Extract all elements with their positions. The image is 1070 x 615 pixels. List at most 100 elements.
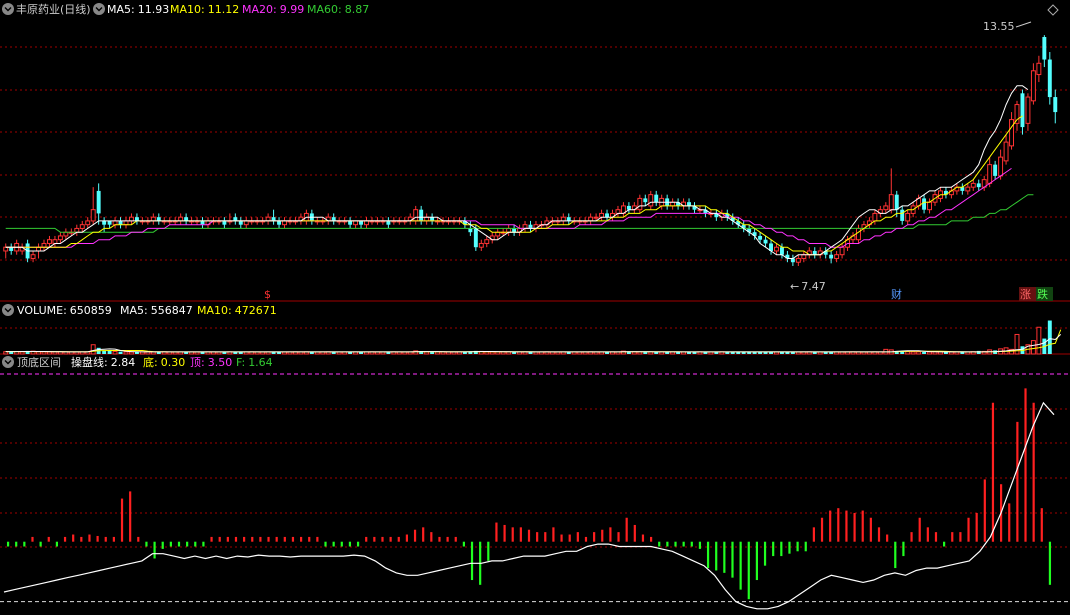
candle-body-up — [243, 220, 249, 226]
candle-body-down — [359, 220, 364, 225]
candle-body-up — [872, 212, 878, 222]
osc-histogram — [6, 388, 1052, 600]
ma5-line — [5, 85, 1029, 259]
osc-panel[interactable] — [3, 388, 1055, 610]
candle-body-down — [1053, 97, 1058, 113]
candle-body-down — [134, 217, 139, 221]
candle-body-up — [1014, 104, 1020, 124]
volume-bar-up — [90, 344, 96, 355]
candle-body-up — [3, 246, 9, 252]
candle-body-up — [57, 235, 63, 241]
candle-body-up — [30, 254, 36, 259]
candle-body-down — [605, 213, 609, 218]
volume-bar-up — [36, 351, 41, 355]
osc-line-label: 操盘线: 2.84 — [71, 355, 135, 369]
diamond-icon[interactable] — [1047, 4, 1059, 16]
candle-body-down — [654, 194, 659, 203]
candle-body-down — [960, 187, 965, 191]
ma5-label: MA5: 11.93 — [107, 3, 169, 16]
vol-ma10-line — [5, 329, 1062, 353]
vol-ma5-line — [5, 334, 1062, 353]
volume-bar-up — [495, 351, 501, 355]
candle-body-up — [178, 216, 184, 222]
candle-body-up — [112, 220, 118, 226]
collapse-icon[interactable] — [2, 3, 14, 15]
volume-bar-up — [112, 350, 118, 355]
candle-body-up — [128, 216, 134, 222]
volume-bar-down — [107, 350, 112, 354]
ma10-label: MA10: 11.12 — [170, 3, 239, 16]
candle-body-up — [987, 164, 993, 184]
candle-body-up — [1009, 119, 1015, 147]
volume-panel[interactable] — [3, 320, 1062, 355]
candle-body-down — [348, 220, 353, 225]
candle-body-up — [998, 156, 1004, 177]
candle-body-down — [1047, 59, 1052, 98]
candle-body-up — [927, 201, 933, 211]
candle-body-up — [834, 254, 840, 259]
candle-body-down — [9, 247, 14, 251]
volume-bar-up — [1030, 340, 1036, 355]
low-price-label: ← 7.47 — [790, 280, 826, 293]
candle-body-down — [626, 205, 631, 210]
candle-body-down — [812, 250, 817, 255]
ma60-label: MA60: 8.87 — [307, 3, 369, 16]
candle-body-up — [615, 209, 621, 214]
price-panel[interactable] — [3, 35, 1058, 266]
osc-title: 顶底区间 — [17, 355, 61, 369]
zhang-marker: 涨 — [1020, 288, 1031, 301]
vol-ma10-label: MA10: 472671 — [197, 304, 277, 317]
candle-body-down — [386, 220, 391, 225]
candle-body-down — [687, 202, 691, 206]
candle-body-down — [829, 254, 834, 259]
candle-body-up — [1030, 70, 1036, 102]
candle-body-down — [200, 220, 205, 225]
high-price-pointer — [1015, 21, 1032, 28]
candle-body-up — [839, 246, 845, 256]
price-header: 丰原药业(日线) MA5: 11.93 MA10: 11.12 MA20: 9.99 … — [2, 2, 1059, 16]
candle-body-down — [222, 220, 227, 225]
volume-bar-up — [435, 351, 441, 355]
osc-line — [3, 401, 1055, 610]
volume-bar-down — [922, 351, 927, 354]
price-annotations: 13.55 ← 7.47 $ 财 涨 跌 — [264, 20, 1053, 301]
candle-body-up — [888, 194, 894, 211]
candle-body-up — [883, 205, 889, 211]
candle-body-down — [468, 228, 473, 233]
candle-body-down — [1042, 37, 1047, 60]
volume-bar-up — [41, 351, 47, 355]
s-marker: $ — [264, 288, 271, 301]
indicator-menu-icon[interactable] — [93, 3, 105, 15]
volume-bar-up — [916, 351, 922, 355]
candle-body-up — [52, 239, 58, 244]
vol-ma5-label: MA5: 556847 — [120, 304, 193, 317]
candle-body-up — [484, 239, 490, 244]
candle-body-up — [63, 231, 69, 237]
volume-label: VOLUME: 650859 — [17, 304, 112, 317]
candle-body-up — [522, 224, 528, 229]
volume-bar-up — [128, 351, 134, 355]
high-price-label: 13.55 — [983, 20, 1015, 33]
candle-body-up — [1036, 62, 1042, 76]
candle-body-up — [560, 216, 566, 222]
grid-layer — [0, 46, 1070, 603]
candle-body-up — [90, 209, 96, 222]
osc-header: 顶底区间 操盘线: 2.84 底: 0.30 顶: 3.50 F: 1.64 — [2, 355, 273, 369]
collapse-icon[interactable] — [2, 356, 14, 368]
volume-bar-up — [19, 351, 25, 355]
volume-header: VOLUME: 650859 MA5: 556847 MA10: 472671 — [2, 304, 277, 317]
candle-body-up — [648, 194, 654, 207]
candle-body-up — [506, 227, 512, 233]
candle-body-down — [758, 235, 763, 240]
candle-body-up — [364, 220, 369, 226]
candle-body-up — [36, 246, 41, 252]
candle-body-down — [473, 228, 478, 248]
candle-body-up — [670, 201, 676, 207]
collapse-icon[interactable] — [2, 304, 14, 316]
candle-body-up — [774, 246, 779, 252]
candle-body-down — [277, 220, 282, 225]
stock-chart-window: 丰原药业(日线) MA5: 11.93 MA10: 11.12 MA20: 9.99 … — [0, 0, 1070, 611]
volume-bar-down — [1047, 320, 1052, 354]
volume-bar-down — [118, 351, 123, 354]
candle-body-down — [233, 217, 238, 221]
